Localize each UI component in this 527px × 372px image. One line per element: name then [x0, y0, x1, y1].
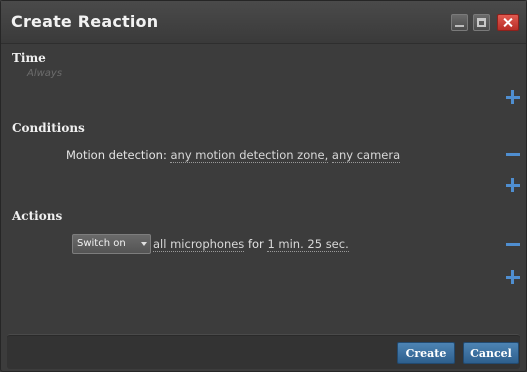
add-action-plus-icon[interactable]	[506, 270, 520, 284]
dialog-title: Create Reaction	[11, 12, 159, 31]
close-icon[interactable]	[497, 14, 519, 31]
time-heading: Time	[12, 51, 46, 65]
conditions-heading: Conditions	[12, 121, 85, 135]
action-for-label: for	[247, 237, 264, 251]
cancel-button[interactable]: Cancel	[463, 342, 519, 364]
create-button[interactable]: Create	[397, 342, 455, 364]
chevron-down-icon	[141, 242, 147, 246]
actions-heading: Actions	[12, 209, 63, 223]
action-verb-value: Switch on	[77, 238, 126, 249]
action-target-link[interactable]: all microphones	[153, 237, 245, 252]
condition-camera-link[interactable]: any camera	[331, 148, 401, 163]
minimize-icon[interactable]	[451, 14, 468, 31]
action-row: all microphones for 1 min. 25 sec.	[153, 237, 349, 252]
condition-zone-link[interactable]: any motion detection zone,	[170, 148, 329, 163]
remove-action-minus-icon[interactable]	[506, 237, 520, 251]
add-time-plus-icon[interactable]	[506, 90, 520, 104]
create-reaction-dialog: Create Reaction Time Always Conditions M…	[0, 0, 527, 372]
condition-row: Motion detection: any motion detection z…	[66, 148, 401, 163]
title-bar[interactable]: Create Reaction	[1, 1, 526, 44]
condition-label: Motion detection:	[66, 148, 167, 162]
maximize-icon[interactable]	[473, 14, 490, 31]
remove-condition-minus-icon[interactable]	[506, 147, 520, 161]
add-condition-plus-icon[interactable]	[506, 178, 520, 192]
time-hint: Always	[27, 68, 63, 79]
action-duration-link[interactable]: 1 min. 25 sec.	[267, 237, 349, 252]
action-verb-select[interactable]: Switch on	[72, 234, 151, 254]
